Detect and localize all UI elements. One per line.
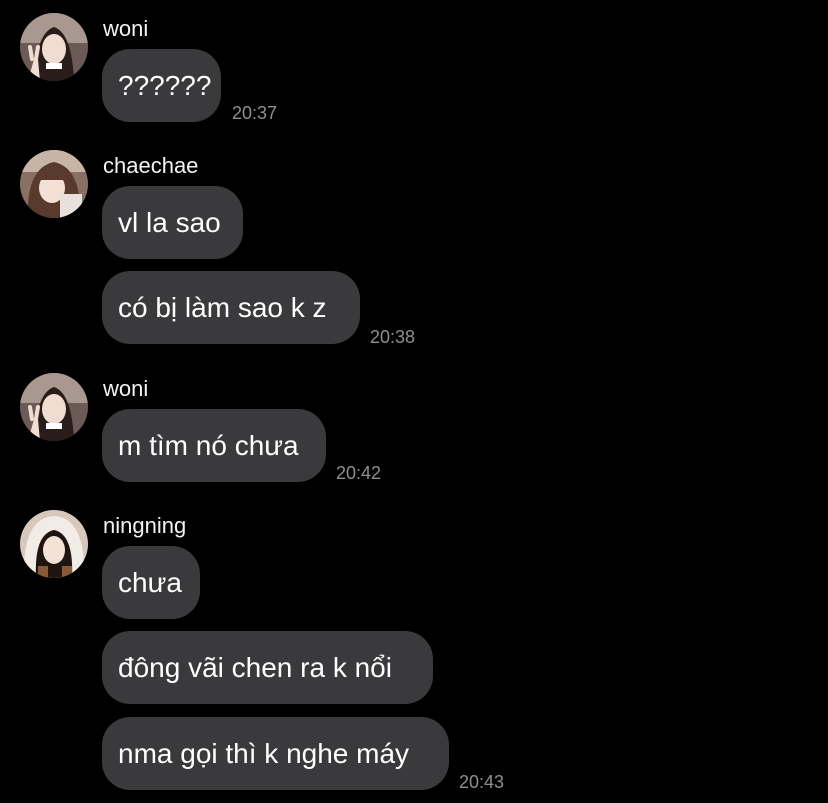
message-timestamp: 20:42 xyxy=(336,463,382,483)
sender-name: woni xyxy=(103,16,149,41)
avatar-woni-icon[interactable] xyxy=(20,373,88,441)
message-timestamp: 20:37 xyxy=(232,103,278,123)
message-timestamp: 20:38 xyxy=(370,327,416,347)
sender-name: woni xyxy=(103,376,149,401)
message-bubble[interactable]: có bị làm sao k z xyxy=(102,271,360,344)
sender-name: ningning xyxy=(103,513,187,538)
message-bubble[interactable]: đông vãi chen ra k nổi xyxy=(102,631,433,704)
avatar-chaechae-icon[interactable] xyxy=(20,150,88,218)
message-bubble[interactable]: ?????? xyxy=(102,49,221,122)
avatar-woni-icon[interactable] xyxy=(20,13,88,81)
message-bubble[interactable]: m tìm nó chưa xyxy=(102,409,326,482)
sender-name: chaechae xyxy=(103,153,199,178)
message-bubble[interactable]: nma gọi thì k nghe máy xyxy=(102,717,449,790)
message-timestamp: 20:43 xyxy=(459,772,505,792)
message-bubble[interactable]: chưa xyxy=(102,546,200,619)
avatar-ningning-icon[interactable] xyxy=(20,510,88,578)
message-bubble[interactable]: vl la sao xyxy=(102,186,243,259)
